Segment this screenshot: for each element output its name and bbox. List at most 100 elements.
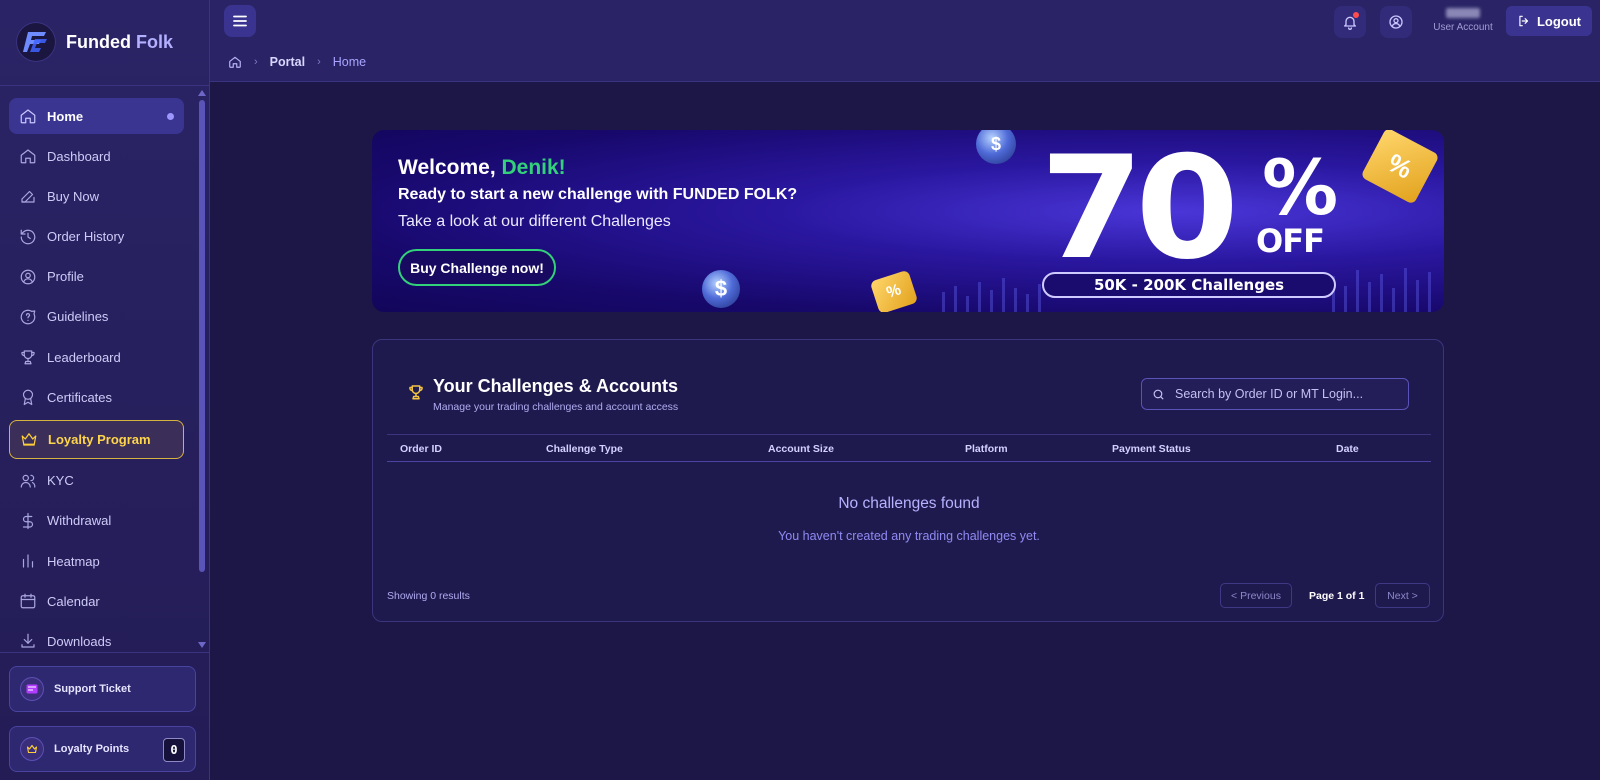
award-icon xyxy=(22,389,34,406)
sidebar-item-withdrawal[interactable]: Withdrawal xyxy=(9,503,184,539)
home-icon[interactable] xyxy=(228,55,242,69)
column-payment-status[interactable]: Payment Status xyxy=(1112,443,1191,455)
user-name-redacted xyxy=(1446,8,1480,18)
trophy-icon xyxy=(21,350,35,365)
sidebar-item-leaderboard[interactable]: Leaderboard xyxy=(9,339,184,375)
sidebar-item-label: Buy Now xyxy=(47,188,100,204)
sidebar-scrollbar[interactable] xyxy=(196,88,208,650)
search-field[interactable] xyxy=(1141,378,1409,410)
notifications-button[interactable] xyxy=(1334,6,1366,38)
banner-line-1: Ready to start a new challenge with FUND… xyxy=(398,186,798,203)
promo-percent: % xyxy=(1262,143,1339,232)
promo-range: 50K - 200K Challenges xyxy=(1042,272,1336,298)
scroll-down-icon[interactable] xyxy=(198,642,206,648)
sidebar-item-label: Certificates xyxy=(47,389,113,405)
sidebar-item-downloads[interactable]: Downloads xyxy=(9,623,184,659)
hamburger-icon xyxy=(233,15,247,27)
brand-name: Funded Folk xyxy=(66,31,174,52)
sidebar-item-home[interactable]: Home xyxy=(9,98,184,134)
challenges-subtitle: Manage your trading challenges and accou… xyxy=(433,401,679,413)
coin-icon: $ xyxy=(702,270,740,308)
sidebar-item-label: Profile xyxy=(47,269,84,285)
results-count: Showing 0 results xyxy=(387,590,470,602)
user-circle-icon xyxy=(20,269,36,285)
support-ticket-button[interactable]: Support Ticket xyxy=(9,666,196,712)
sidebar-item-certificates[interactable]: Certificates xyxy=(9,379,184,415)
bar-chart-icon xyxy=(22,554,34,568)
calendar-icon xyxy=(20,593,36,609)
download-icon xyxy=(21,634,35,649)
buy-challenge-button[interactable]: Buy Challenge now! xyxy=(398,249,556,286)
loyalty-points-value: 0 xyxy=(163,738,185,762)
welcome-heading: Welcome, Denik! xyxy=(398,156,566,179)
sidebar-item-dashboard[interactable]: Dashboard xyxy=(9,138,184,174)
sidebar-item-label: Heatmap xyxy=(47,553,100,569)
logout-label: Logout xyxy=(1536,13,1582,29)
breadcrumb-home: Home xyxy=(332,55,367,69)
coin-icon: $ xyxy=(976,130,1016,164)
sidebar-nav: Home Dashboard Buy Now Order History Pro… xyxy=(9,98,184,664)
ticket-icon xyxy=(20,677,44,701)
sidebar: Funded Folk Home Dashboard Buy Now Order… xyxy=(0,0,210,780)
sidebar-item-label: Leaderboard xyxy=(47,349,121,365)
logout-button[interactable]: Logout xyxy=(1506,6,1592,36)
sidebar-item-order-history[interactable]: Order History xyxy=(9,219,184,255)
ticket-icon: % xyxy=(1360,130,1440,205)
sidebar-item-profile[interactable]: Profile xyxy=(9,259,184,295)
sidebar-item-label: Home xyxy=(47,108,84,124)
previous-page-button[interactable]: < Previous xyxy=(1220,583,1292,608)
divider xyxy=(0,652,210,653)
notification-dot xyxy=(1353,12,1359,18)
sidebar-item-label: Order History xyxy=(47,229,125,245)
promo-off: OFF xyxy=(1256,222,1325,260)
trophy-icon xyxy=(409,385,423,400)
home-icon xyxy=(20,149,36,164)
sidebar-item-label: Withdrawal xyxy=(47,513,112,529)
sidebar-item-label: Dashboard xyxy=(47,148,111,164)
chevron-right-icon: › xyxy=(254,56,258,68)
sidebar-item-calendar[interactable]: Calendar xyxy=(9,583,184,619)
sidebar-item-label: KYC xyxy=(47,473,74,489)
breadcrumb-portal[interactable]: Portal xyxy=(270,55,305,69)
topbar: › Portal › Home User Account Logout xyxy=(210,0,1600,82)
promo-number: 70 xyxy=(1040,130,1239,291)
promo-banner: Welcome, Denik! Ready to start a new cha… xyxy=(372,130,1444,312)
next-page-button[interactable]: Next > xyxy=(1375,583,1430,608)
banner-line-2: Take a look at our different Challenges xyxy=(398,213,671,230)
dollar-icon xyxy=(22,512,34,529)
user-info[interactable]: User Account xyxy=(1426,8,1500,33)
crown-icon xyxy=(21,433,37,446)
support-ticket-label: Support Ticket xyxy=(54,683,131,695)
sidebar-item-buy-now[interactable]: Buy Now xyxy=(9,178,184,214)
loyalty-points-card[interactable]: Loyalty Points 0 xyxy=(9,726,196,772)
crown-icon xyxy=(20,737,44,761)
sidebar-item-label: Loyalty Program xyxy=(48,431,151,447)
page-indicator: Page 1 of 1 xyxy=(1309,590,1365,602)
sidebar-item-guidelines[interactable]: Guidelines xyxy=(9,299,184,335)
brand-logo-icon xyxy=(16,22,56,62)
column-account-size[interactable]: Account Size xyxy=(768,443,834,455)
challenges-title: Your Challenges & Accounts xyxy=(433,376,679,396)
search-icon xyxy=(1153,389,1164,399)
users-icon xyxy=(20,474,36,488)
divider xyxy=(0,85,210,86)
sidebar-item-kyc[interactable]: KYC xyxy=(9,463,184,499)
user-circle-icon xyxy=(1389,15,1403,29)
scroll-up-icon[interactable] xyxy=(198,90,206,96)
search-input[interactable] xyxy=(1175,387,1395,401)
column-date[interactable]: Date xyxy=(1336,443,1359,455)
challenges-card: Your Challenges & Accounts Manage your t… xyxy=(372,339,1444,622)
sidebar-item-heatmap[interactable]: Heatmap xyxy=(9,543,184,579)
column-order-id[interactable]: Order ID xyxy=(400,443,442,455)
account-button[interactable] xyxy=(1380,6,1412,38)
column-challenge-type[interactable]: Challenge Type xyxy=(546,443,623,455)
brand[interactable]: Funded Folk xyxy=(16,22,173,62)
column-platform[interactable]: Platform xyxy=(965,443,1008,455)
loyalty-points-label: Loyalty Points xyxy=(54,743,130,755)
menu-toggle-button[interactable] xyxy=(224,5,256,37)
sidebar-item-label: Calendar xyxy=(47,593,100,609)
sidebar-item-loyalty-program[interactable]: Loyalty Program xyxy=(9,419,184,459)
scroll-thumb[interactable] xyxy=(199,100,205,572)
logout-icon xyxy=(1519,15,1529,27)
active-indicator xyxy=(167,113,174,120)
